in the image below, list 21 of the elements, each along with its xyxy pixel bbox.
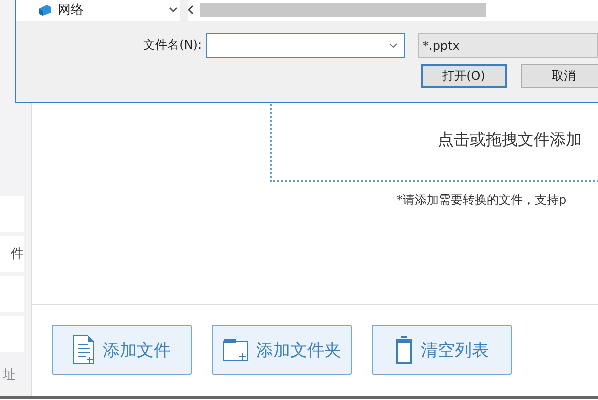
document-add-icon (73, 335, 95, 365)
folder-add-icon (222, 338, 248, 362)
filename-label: 文件名(N): (142, 37, 203, 54)
chevron-down-icon (389, 42, 398, 48)
trash-icon (395, 336, 413, 364)
drop-prompt: 点击或拖拽文件添加 (438, 130, 582, 151)
scrollbar[interactable] (188, 0, 598, 21)
clear-list-button[interactable]: 清空列表 (372, 325, 512, 375)
sidebar-item[interactable]: 件 (0, 236, 24, 272)
network-icon (38, 4, 52, 16)
sidebar-label: 址 (2, 367, 16, 384)
file-type-dropdown[interactable]: *.pptx (418, 33, 598, 58)
filename-field[interactable] (206, 33, 405, 58)
chevron-down-icon[interactable] (168, 7, 178, 13)
cancel-button[interactable]: 取消 (521, 64, 598, 88)
nav-item[interactable]: 网络 (16, 0, 166, 21)
add-folder-button[interactable]: 添加文件夹 (212, 325, 352, 375)
open-button[interactable]: 打开(O) (421, 64, 507, 88)
chevron-left-icon[interactable] (188, 5, 194, 15)
add-file-button[interactable]: 添加文件 (52, 325, 192, 375)
hint-text: *请添加需要转换的文件，支持p (397, 192, 567, 209)
